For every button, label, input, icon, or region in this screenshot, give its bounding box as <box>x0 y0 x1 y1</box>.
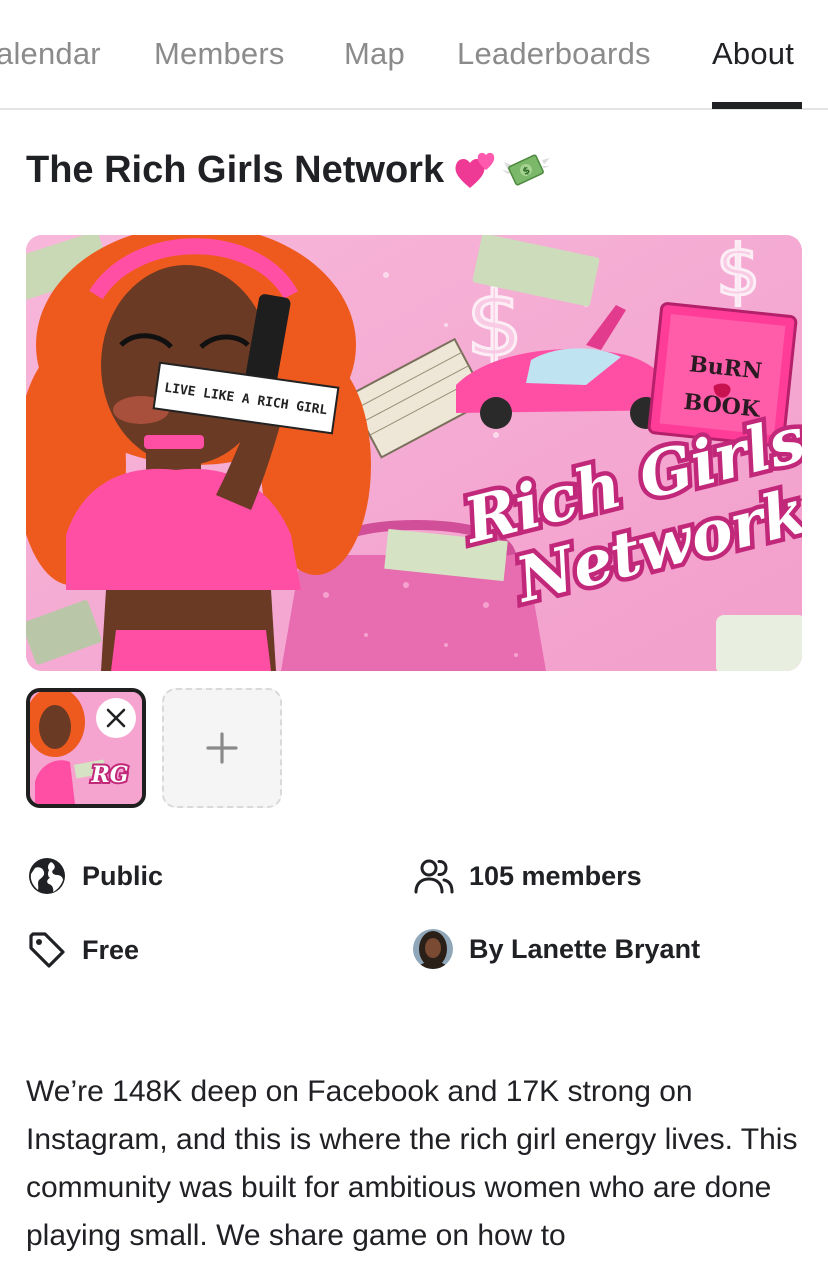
members-info[interactable]: 105 members <box>413 855 642 897</box>
tab-calendar[interactable]: alendar <box>0 36 101 72</box>
group-description: We’re 148K deep on Facebook and 17K stro… <box>26 1075 798 1252</box>
title-emoji: $ <box>454 148 551 192</box>
privacy-info: Public <box>26 855 163 897</box>
tab-bar: alendar Members Map Leaderboards About <box>0 0 828 110</box>
members-count: 105 members <box>469 860 642 891</box>
remove-image-button[interactable] <box>96 698 136 738</box>
privacy-label: Public <box>82 860 164 891</box>
active-tab-indicator <box>712 102 802 109</box>
page-title: The Rich Girls Network $ <box>26 148 551 192</box>
members-icon <box>413 855 455 897</box>
svg-text:RG: RG <box>90 762 128 788</box>
svg-text:$: $ <box>716 235 761 312</box>
add-image-button[interactable] <box>162 688 282 808</box>
globe-icon <box>26 855 68 897</box>
price-label: Free <box>82 934 140 965</box>
price-tag-icon <box>26 929 68 971</box>
owner-info[interactable]: By Lanette Bryant <box>413 929 700 969</box>
close-icon <box>106 708 126 728</box>
tab-about[interactable]: About <box>712 36 794 72</box>
group-title: The Rich Girls Network <box>26 148 445 191</box>
plus-icon <box>206 732 238 764</box>
pink-hearts-icon <box>455 152 495 188</box>
tab-members[interactable]: Members <box>154 36 285 72</box>
tab-leaderboards[interactable]: Leaderboards <box>457 36 651 72</box>
money-with-wings-icon: $ <box>502 154 551 186</box>
tab-map[interactable]: Map <box>344 36 405 72</box>
owner-name: By Lanette Bryant <box>469 933 701 964</box>
avatar <box>413 929 453 969</box>
cover-image: $ $ $ <box>26 235 802 671</box>
cover-thumbnail[interactable]: RG <box>26 688 146 808</box>
price-info: Free <box>26 929 139 971</box>
